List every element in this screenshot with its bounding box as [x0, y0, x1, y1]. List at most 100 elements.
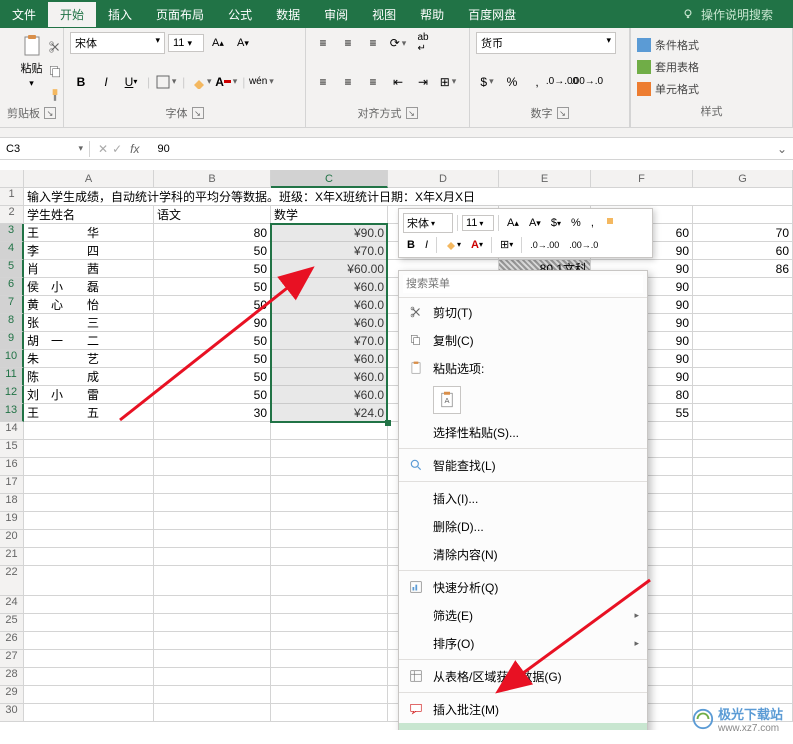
- row-header-4[interactable]: 4: [0, 242, 24, 260]
- cell[interactable]: [271, 530, 388, 548]
- cell[interactable]: [154, 614, 271, 632]
- border-button[interactable]: [155, 71, 177, 93]
- mini-fill-color[interactable]: ▾: [441, 237, 465, 253]
- cell[interactable]: 朱 艺: [24, 350, 154, 368]
- cell[interactable]: [154, 530, 271, 548]
- row-header-6[interactable]: 6: [0, 278, 24, 296]
- cell[interactable]: 50: [154, 242, 271, 260]
- cell[interactable]: [154, 686, 271, 704]
- col-header-G[interactable]: G: [693, 170, 793, 188]
- cell[interactable]: 50: [154, 332, 271, 350]
- cell[interactable]: [693, 686, 793, 704]
- menu-copy[interactable]: 复制(C): [399, 326, 647, 354]
- mini-dec-decimal[interactable]: .00→.0: [565, 238, 602, 252]
- cell[interactable]: [271, 458, 388, 476]
- cell[interactable]: [693, 350, 793, 368]
- tab-file[interactable]: 文件: [0, 2, 48, 27]
- decrease-font-button[interactable]: A▾: [232, 32, 254, 54]
- menu-insert-comment[interactable]: 插入批注(M): [399, 695, 647, 723]
- bold-button[interactable]: B: [70, 71, 92, 93]
- fx-icon[interactable]: fx: [130, 142, 139, 156]
- cell[interactable]: [693, 386, 793, 404]
- row-header-11[interactable]: 11: [0, 368, 24, 386]
- paste-option-default[interactable]: A: [433, 386, 461, 414]
- cancel-formula-button[interactable]: ✕: [98, 142, 108, 156]
- row-header-20[interactable]: 20: [0, 530, 24, 548]
- cell[interactable]: ¥24.0: [271, 404, 388, 422]
- cell[interactable]: 语文: [154, 206, 271, 224]
- cell[interactable]: 侯 小 磊: [24, 278, 154, 296]
- cell[interactable]: [24, 422, 154, 440]
- row-header-21[interactable]: 21: [0, 548, 24, 566]
- name-box[interactable]: C3▾: [0, 141, 90, 157]
- menu-filter[interactable]: 筛选(E) ▸: [399, 601, 647, 629]
- font-launcher[interactable]: ↘: [192, 107, 204, 119]
- accept-formula-button[interactable]: ✓: [112, 142, 122, 156]
- cell[interactable]: [693, 296, 793, 314]
- decrease-decimal-button[interactable]: .00→.0: [576, 71, 598, 93]
- cell[interactable]: [24, 512, 154, 530]
- format-painter-button[interactable]: [44, 84, 66, 106]
- cell[interactable]: ¥90.0: [271, 224, 388, 242]
- menu-smart-lookup[interactable]: 智能查找(L): [399, 451, 647, 479]
- row-header-10[interactable]: 10: [0, 350, 24, 368]
- row-header-12[interactable]: 12: [0, 386, 24, 404]
- accounting-format-button[interactable]: $: [476, 71, 498, 93]
- mini-size-select[interactable]: 11▾: [462, 215, 494, 231]
- col-header-A[interactable]: A: [24, 170, 154, 188]
- col-header-B[interactable]: B: [154, 170, 271, 188]
- row-header-1[interactable]: 1: [0, 188, 24, 206]
- tab-data[interactable]: 数据: [264, 2, 312, 27]
- cell[interactable]: [693, 476, 793, 494]
- select-all-corner[interactable]: [0, 170, 24, 188]
- cell[interactable]: [154, 668, 271, 686]
- row-header-28[interactable]: 28: [0, 668, 24, 686]
- cell[interactable]: ¥60.0: [271, 368, 388, 386]
- cell[interactable]: ¥60.0: [271, 278, 388, 296]
- wrap-text-button[interactable]: ab↵: [412, 32, 434, 54]
- cell[interactable]: [271, 548, 388, 566]
- cell[interactable]: [271, 494, 388, 512]
- phonetic-button[interactable]: wén: [250, 71, 272, 93]
- format-table-button[interactable]: 套用表格: [637, 56, 786, 78]
- cell[interactable]: 王 五: [24, 404, 154, 422]
- cell[interactable]: [271, 440, 388, 458]
- cell[interactable]: [154, 458, 271, 476]
- cell[interactable]: [154, 596, 271, 614]
- align-launcher[interactable]: ↘: [406, 107, 418, 119]
- cell[interactable]: 王 华: [24, 224, 154, 242]
- row-header-24[interactable]: 24: [0, 596, 24, 614]
- cell[interactable]: [693, 566, 793, 596]
- row-header-8[interactable]: 8: [0, 314, 24, 332]
- col-header-C[interactable]: C: [271, 170, 388, 188]
- cell[interactable]: [693, 614, 793, 632]
- cell[interactable]: ¥70.0: [271, 332, 388, 350]
- cell[interactable]: 胡 一 二: [24, 332, 154, 350]
- row-header-15[interactable]: 15: [0, 440, 24, 458]
- cell[interactable]: [693, 530, 793, 548]
- row-header-13[interactable]: 13: [0, 404, 24, 422]
- cell[interactable]: [24, 596, 154, 614]
- mini-currency[interactable]: $▾: [547, 215, 565, 231]
- menu-format-cells[interactable]: 设置单元格格式(F)...: [399, 723, 647, 730]
- cell-title[interactable]: 输入学生成绩，自动统计学科的平均分等数据。班级：X年X班统计日期：X年X月X日: [24, 188, 793, 206]
- cell[interactable]: [271, 668, 388, 686]
- cell[interactable]: [693, 512, 793, 530]
- cell[interactable]: [154, 566, 271, 596]
- tab-view[interactable]: 视图: [360, 2, 408, 27]
- italic-button[interactable]: I: [95, 71, 117, 93]
- cell[interactable]: 50: [154, 368, 271, 386]
- cell[interactable]: [24, 530, 154, 548]
- cell[interactable]: 50: [154, 260, 271, 278]
- cell[interactable]: [24, 494, 154, 512]
- align-center-button[interactable]: ≡: [337, 71, 359, 93]
- cell[interactable]: [154, 512, 271, 530]
- row-header-29[interactable]: 29: [0, 686, 24, 704]
- tell-me-search[interactable]: 操作说明搜索: [681, 6, 773, 23]
- cell[interactable]: [693, 458, 793, 476]
- cell[interactable]: [24, 650, 154, 668]
- tab-baidu[interactable]: 百度网盘: [456, 2, 528, 27]
- mini-inc-decimal[interactable]: .0→.00: [526, 238, 563, 252]
- cell[interactable]: 80: [154, 224, 271, 242]
- cell[interactable]: 数学: [271, 206, 388, 224]
